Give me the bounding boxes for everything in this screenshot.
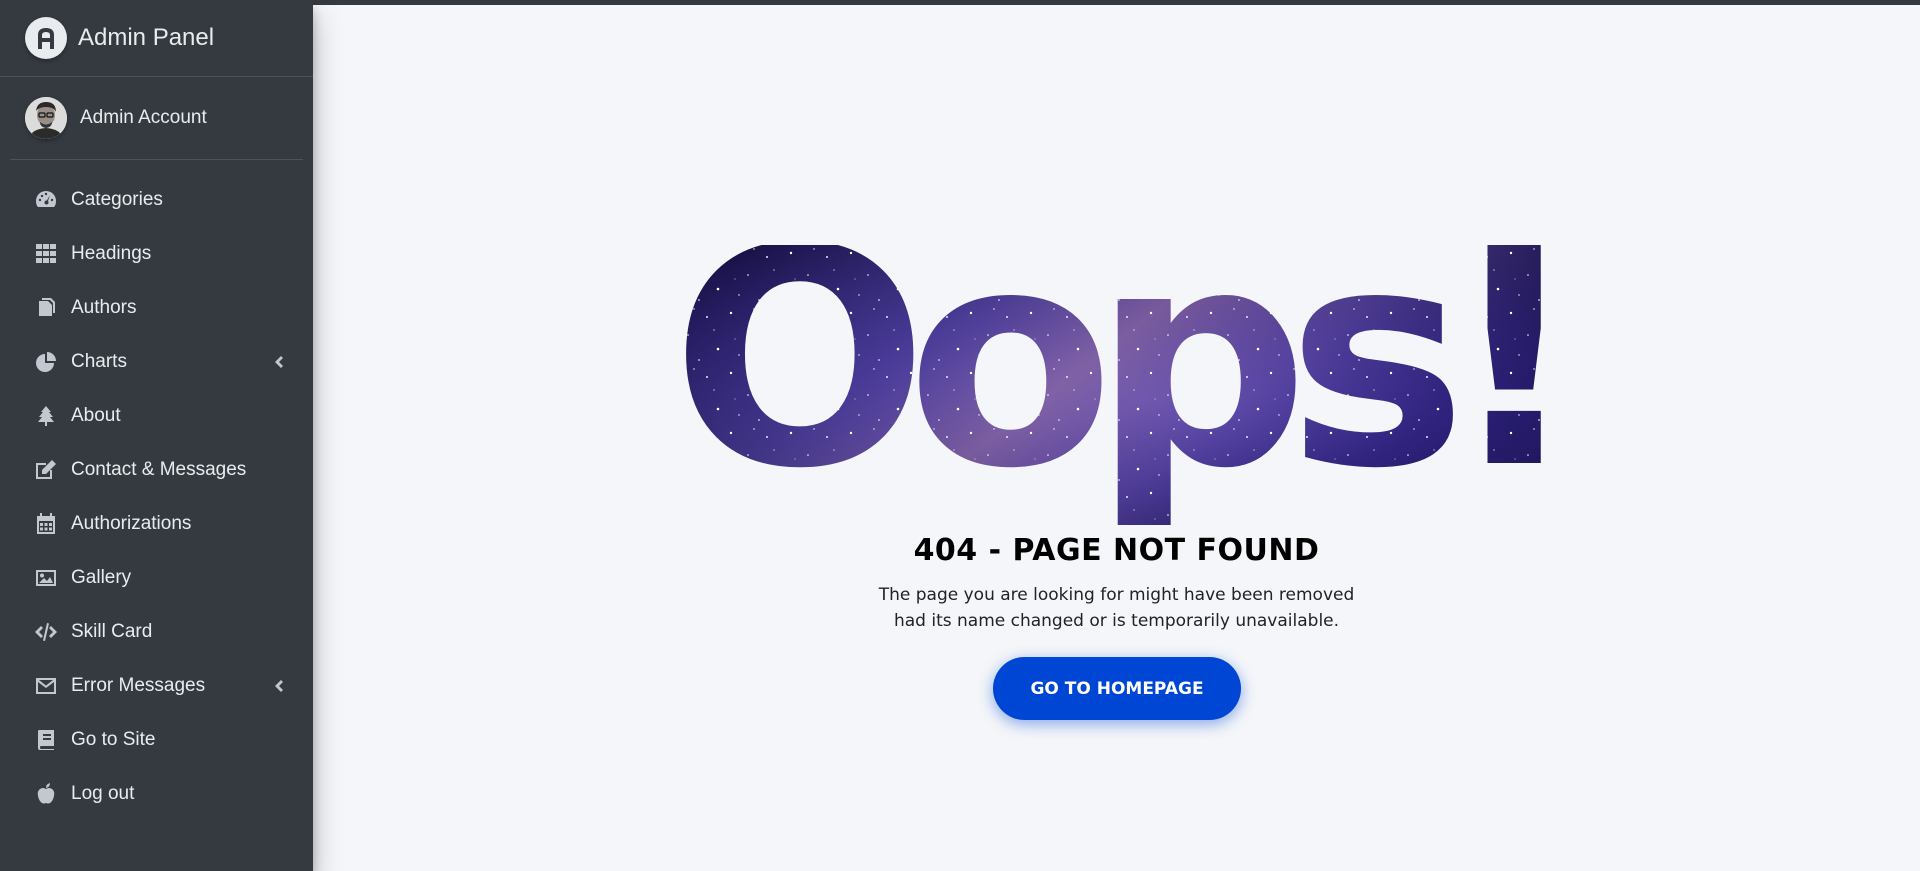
user-name: Admin Account — [80, 107, 207, 128]
error-description-line-2: had its name changed or is temporarily u… — [893, 611, 1340, 631]
brand-title: Admin Panel — [78, 24, 215, 51]
sidebar-item-label: Authorizations — [71, 513, 192, 534]
main-content: Oops! 404 - PAGE NOT FOUND The page you … — [313, 5, 1920, 871]
envelope-icon — [33, 675, 59, 697]
error-description-line-1: The page you are looking for might have … — [878, 585, 1355, 605]
book-icon — [33, 729, 59, 751]
sidebar-item-label: Skill Card — [71, 621, 153, 642]
sidebar-nav: Categories Headings Authors Charts About… — [0, 173, 313, 821]
avatar — [25, 97, 67, 139]
error-title: 404 - PAGE NOT FOUND — [913, 533, 1320, 568]
sidebar-item-label: Log out — [71, 783, 135, 804]
oops-headline: Oops! — [313, 245, 1920, 525]
calendar-icon — [33, 513, 59, 535]
sidebar-item-go-to-site[interactable]: Go to Site — [0, 713, 313, 767]
error-description: The page you are looking for might have … — [313, 582, 1920, 634]
brand-link[interactable]: Admin Panel — [0, 0, 313, 77]
sidebar-item-authorizations[interactable]: Authorizations — [0, 497, 313, 551]
sidebar-item-label: Go to Site — [71, 729, 156, 750]
sidebar-item-authors[interactable]: Authors — [0, 281, 313, 335]
chevron-left-icon[interactable] — [271, 353, 285, 371]
tree-icon — [33, 405, 59, 427]
sidebar-item-headings[interactable]: Headings — [0, 227, 313, 281]
sidebar-item-categories[interactable]: Categories — [0, 173, 313, 227]
sidebar-item-label: Authors — [71, 297, 137, 318]
copy-icon — [33, 297, 59, 319]
sidebar: Admin Panel Admin Account Categories Hea… — [0, 0, 313, 871]
code-icon — [33, 621, 59, 643]
sidebar-item-label: Gallery — [71, 567, 132, 588]
sidebar-item-label: About — [71, 405, 121, 426]
grid-icon — [33, 243, 59, 265]
a-letter-logo-icon — [25, 17, 67, 59]
chevron-left-icon[interactable] — [271, 677, 285, 695]
sidebar-item-charts[interactable]: Charts — [0, 335, 313, 389]
sidebar-item-label: Charts — [71, 351, 127, 372]
apple-icon — [33, 783, 59, 805]
sidebar-item-gallery[interactable]: Gallery — [0, 551, 313, 605]
image-icon — [33, 567, 59, 589]
go-to-homepage-button[interactable]: GO TO HOMEPAGE — [993, 657, 1241, 720]
sidebar-item-label: Headings — [71, 243, 152, 264]
sidebar-item-log-out[interactable]: Log out — [0, 767, 313, 821]
sidebar-item-label: Categories — [71, 189, 163, 210]
tachometer-icon — [33, 189, 59, 211]
sidebar-item-about[interactable]: About — [0, 389, 313, 443]
sidebar-item-contact-messages[interactable]: Contact & Messages — [0, 443, 313, 497]
sidebar-item-label: Contact & Messages — [71, 459, 247, 480]
sidebar-item-skill-card[interactable]: Skill Card — [0, 605, 313, 659]
sidebar-item-label: Error Messages — [71, 675, 206, 696]
pie-chart-icon — [33, 351, 59, 373]
edit-icon — [33, 459, 59, 481]
user-panel[interactable]: Admin Account — [10, 77, 303, 160]
sidebar-item-error-messages[interactable]: Error Messages — [0, 659, 313, 713]
oops-galaxy-text: Oops! — [670, 245, 1561, 525]
